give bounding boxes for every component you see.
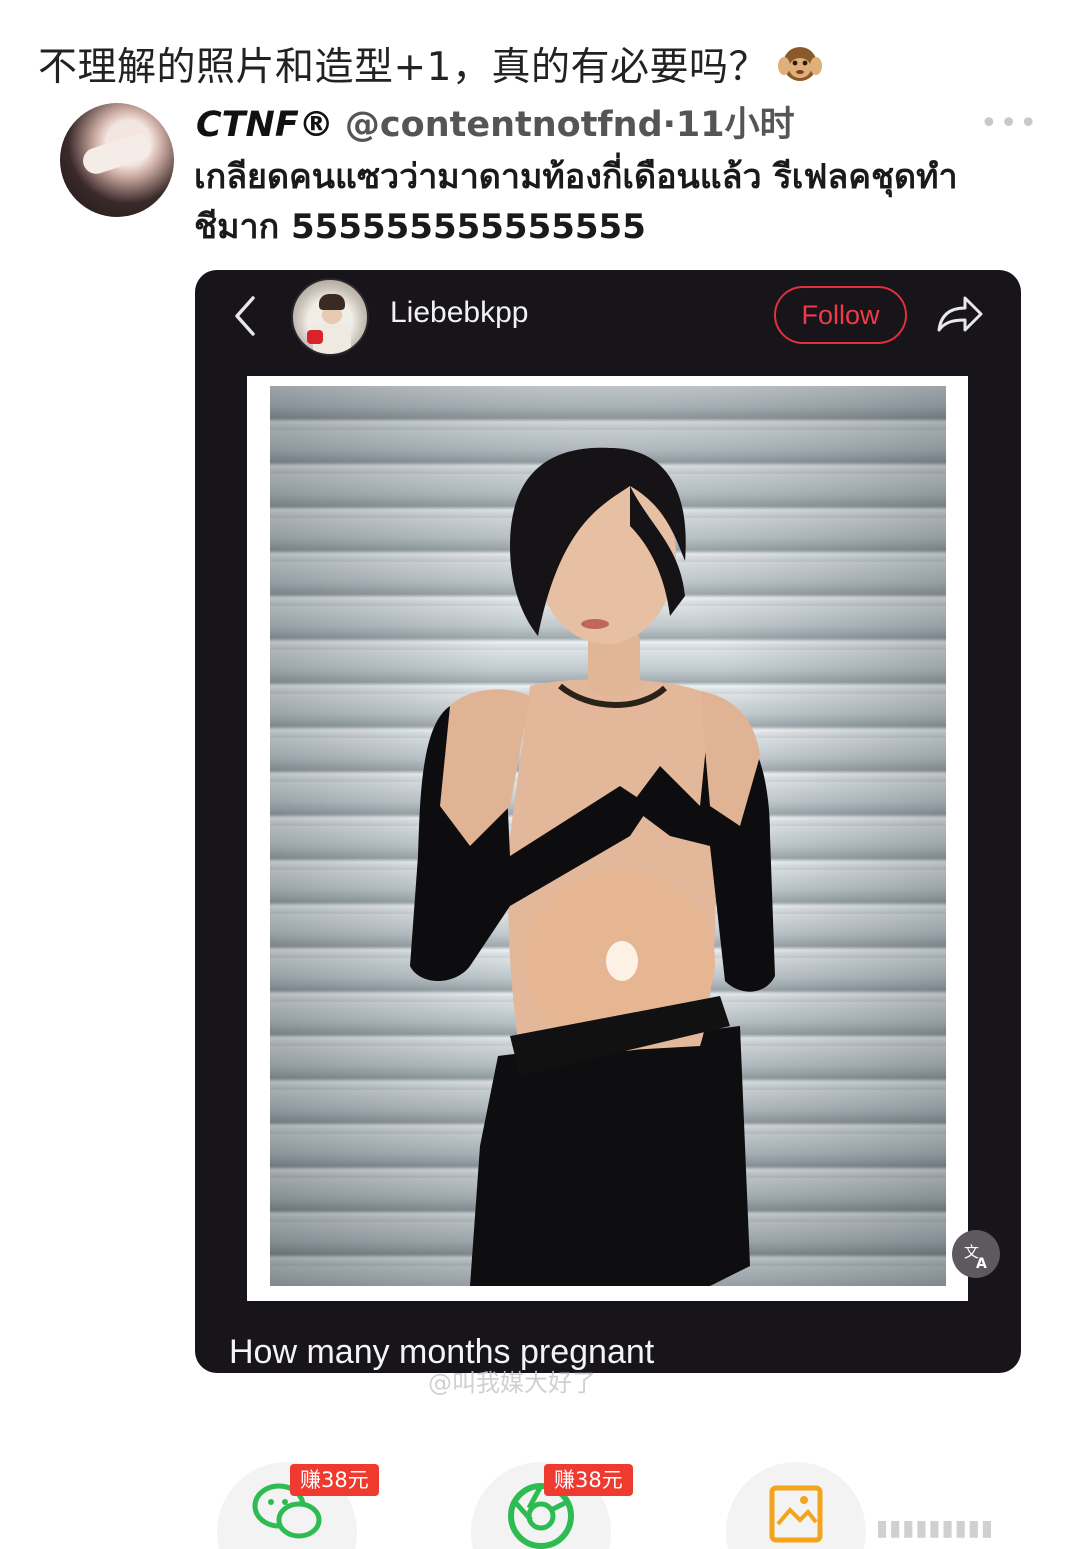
tweet-header: CTNF® @contentnotfnd·11小时 bbox=[196, 96, 795, 147]
embed-username[interactable]: Liebebkpp bbox=[390, 296, 528, 330]
caption-text: 不理解的照片和造型+1，真的有必要吗？ bbox=[38, 45, 768, 90]
author-avatar[interactable] bbox=[60, 103, 174, 217]
embed-user-avatar[interactable] bbox=[291, 278, 369, 356]
bottom-more-icon: ▮▮▮▮▮▮▮▮▮ bbox=[876, 1516, 994, 1541]
earn-reward-badge: 赚38元 bbox=[290, 1464, 379, 1496]
person-figure-graphic bbox=[410, 447, 775, 1286]
tweet-text-line-2: ชีมาก 555555555555555 bbox=[194, 207, 646, 247]
author-handle[interactable]: @contentnotfnd bbox=[345, 105, 663, 145]
hear-no-evil-monkey-icon bbox=[778, 42, 822, 86]
share-arrow-icon[interactable] bbox=[935, 292, 985, 336]
header-separator: · bbox=[662, 105, 676, 145]
svg-text:A: A bbox=[976, 1256, 987, 1272]
follow-button[interactable]: Follow bbox=[774, 286, 907, 344]
more-options-icon[interactable]: ••• bbox=[980, 106, 1039, 141]
save-image-button[interactable] bbox=[726, 1462, 866, 1549]
weibo-watermark: @叫我媒大好了 bbox=[428, 1369, 596, 1397]
photo-frame bbox=[247, 376, 968, 1301]
earn-reward-badge: 赚38元 bbox=[544, 1464, 633, 1496]
tweet-text-line-1: เกลียดคนแซวว่ามาดามท้องกี่เดือนแล้ว รีเฟ… bbox=[194, 157, 958, 197]
embedded-post-card[interactable]: Liebebkpp Follow 文 A How many months pre… bbox=[195, 270, 1021, 1373]
author-display-name[interactable]: CTNF® bbox=[196, 105, 334, 145]
tweet-text: เกลียดคนแซวว่ามาดามท้องกี่เดือนแล้ว รีเฟ… bbox=[194, 152, 1024, 252]
translate-icon[interactable]: 文 A bbox=[952, 1230, 1000, 1278]
back-arrow-icon[interactable] bbox=[231, 294, 261, 338]
tweet-time: 11小时 bbox=[675, 105, 795, 145]
post-photo[interactable] bbox=[270, 386, 946, 1286]
post-caption: 不理解的照片和造型+1，真的有必要吗？ bbox=[38, 36, 822, 92]
save-image-icon bbox=[769, 1485, 823, 1543]
avatar-hand-graphic bbox=[79, 130, 155, 178]
